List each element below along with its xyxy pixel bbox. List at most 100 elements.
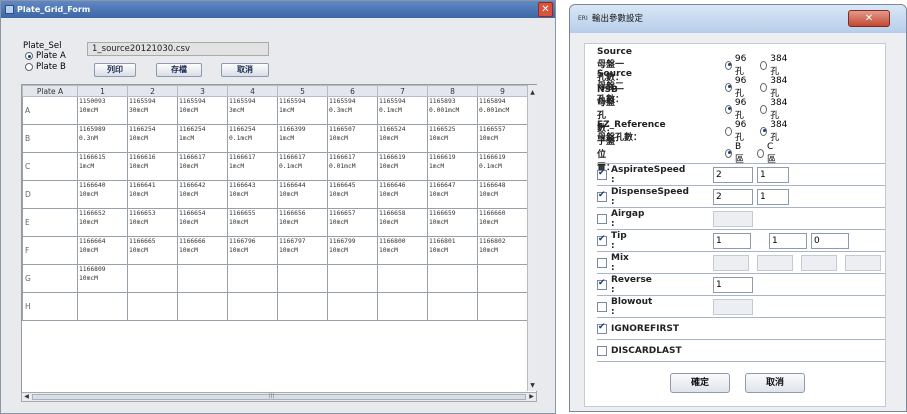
well-cell[interactable] xyxy=(377,292,428,321)
column-header[interactable]: 2 xyxy=(127,85,178,97)
well-cell[interactable]: 1166640 10mcM xyxy=(77,180,128,209)
option-checkbox[interactable] xyxy=(597,302,607,312)
well-cell[interactable] xyxy=(127,264,178,293)
well-cell[interactable]: 1165594 0.1mcM xyxy=(377,96,428,125)
well-cell[interactable]: 1166655 10mcM xyxy=(227,208,278,237)
well-cell[interactable] xyxy=(127,292,178,321)
option-input[interactable]: 1 xyxy=(757,189,789,205)
well-cell[interactable]: 1166796 10mcM xyxy=(227,236,278,265)
well-cell[interactable]: 1165893 0.001mcM xyxy=(427,96,478,125)
well-cell[interactable]: 1166653 10mcM xyxy=(127,208,178,237)
radio-button[interactable] xyxy=(725,148,733,158)
well-cell[interactable]: 1166641 10mcM xyxy=(127,180,178,209)
plate-a-radio[interactable]: Plate A xyxy=(25,51,66,61)
well-cell[interactable] xyxy=(327,264,378,293)
save-button[interactable]: 存檔 xyxy=(156,63,202,77)
well-cell[interactable]: 1166648 10mcM xyxy=(477,180,528,209)
well-cell[interactable]: 1166643 10mcM xyxy=(227,180,278,209)
window-titlebar[interactable]: Plate_Grid_Form ✕ xyxy=(1,1,555,18)
well-cell[interactable]: 1166657 10mcM xyxy=(327,208,378,237)
well-cell[interactable]: 1166666 10mcM xyxy=(177,236,228,265)
radio-button[interactable] xyxy=(760,82,768,92)
well-cell[interactable] xyxy=(227,292,278,321)
close-icon[interactable]: ✕ xyxy=(848,10,890,27)
well-cell[interactable]: 1166524 10mcM xyxy=(377,124,428,153)
well-cell[interactable] xyxy=(477,264,528,293)
radio-button[interactable] xyxy=(725,126,732,136)
well-cell[interactable] xyxy=(377,264,428,293)
well-cell[interactable]: 1166658 10mcM xyxy=(377,208,428,237)
option-checkbox[interactable] xyxy=(597,190,607,202)
well-cell[interactable]: 1166617 0.01mcM xyxy=(327,152,378,181)
option-input[interactable]: 0 xyxy=(811,233,849,249)
radio-button[interactable] xyxy=(760,104,768,114)
option-checkbox[interactable] xyxy=(597,322,607,334)
scroll-left-icon[interactable]: ◀ xyxy=(22,393,31,401)
well-cell[interactable]: 1166652 10mcM xyxy=(77,208,128,237)
well-cell[interactable]: 1166617 0.1mcM xyxy=(277,152,328,181)
well-cell[interactable]: 1166664 10mcM xyxy=(77,236,128,265)
well-cell[interactable]: 1166799 10mcM xyxy=(327,236,378,265)
dialog-titlebar[interactable]: ERI 輸出參數設定 ✕ xyxy=(570,5,906,33)
well-cell[interactable]: 1165594 1mcM xyxy=(277,96,328,125)
well-cell[interactable]: 1165989 0.3nM xyxy=(77,124,128,153)
column-header[interactable]: 4 xyxy=(227,85,278,97)
well-cell[interactable]: 1166654 10mcM xyxy=(177,208,228,237)
well-cell[interactable]: 1166617 10mcM xyxy=(177,152,228,181)
radio-button[interactable] xyxy=(760,126,768,136)
well-cell[interactable]: 1166656 10mcM xyxy=(277,208,328,237)
well-cell[interactable] xyxy=(427,292,478,321)
well-cell[interactable]: 1150093 10mcM xyxy=(77,96,128,125)
well-cell[interactable] xyxy=(277,264,328,293)
horizontal-scrollbar[interactable]: ◀ ||| ▶ xyxy=(21,392,537,402)
column-header[interactable]: 1 xyxy=(77,85,128,97)
option-input[interactable]: 1 xyxy=(769,233,807,249)
well-cell[interactable]: 1166525 10mcM xyxy=(427,124,478,153)
option-checkbox[interactable] xyxy=(597,258,607,268)
well-cell[interactable] xyxy=(177,292,228,321)
well-cell[interactable] xyxy=(477,292,528,321)
well-cell[interactable] xyxy=(427,264,478,293)
well-cell[interactable]: 1166399 1mcM xyxy=(277,124,328,153)
well-cell[interactable] xyxy=(327,292,378,321)
well-cell[interactable]: 1166647 10mcM xyxy=(427,180,478,209)
option-checkbox[interactable] xyxy=(597,346,607,356)
well-cell[interactable]: 1166619 10mcM xyxy=(377,152,428,181)
well-cell[interactable]: 1166800 10mcM xyxy=(377,236,428,265)
print-button[interactable]: 列印 xyxy=(94,63,136,77)
well-cell[interactable]: 1165594 30mcM xyxy=(127,96,178,125)
well-cell[interactable]: 1166619 0.1mcM xyxy=(477,152,528,181)
well-cell[interactable]: 1166619 1mcM xyxy=(427,152,478,181)
well-cell[interactable]: 1166617 1mcM xyxy=(227,152,278,181)
scroll-thumb[interactable]: ||| xyxy=(32,393,526,400)
cancel-button[interactable]: 取消 xyxy=(221,63,269,77)
option-checkbox[interactable] xyxy=(597,168,607,180)
cancel-button[interactable]: 取消 xyxy=(745,373,805,393)
well-cell[interactable]: 1166557 10mcM xyxy=(477,124,528,153)
well-cell[interactable]: 1166660 10mcM xyxy=(477,208,528,237)
radio-button[interactable] xyxy=(725,82,732,92)
well-cell[interactable]: 1166665 10mcM xyxy=(127,236,178,265)
well-cell[interactable] xyxy=(277,292,328,321)
column-header[interactable]: 9 xyxy=(477,85,528,97)
scroll-up-icon[interactable]: ▲ xyxy=(528,88,537,97)
well-cell[interactable]: 1166254 10mcM xyxy=(127,124,178,153)
option-checkbox[interactable] xyxy=(597,214,607,224)
well-cell[interactable] xyxy=(227,264,278,293)
well-cell[interactable]: 1166644 10mcM xyxy=(277,180,328,209)
option-input[interactable]: 1 xyxy=(713,277,753,293)
option-input[interactable]: 2 xyxy=(713,167,753,183)
scroll-right-icon[interactable]: ▶ xyxy=(527,393,536,401)
well-cell[interactable]: 1166659 10mcM xyxy=(427,208,478,237)
well-cell[interactable]: 1166801 10mcM xyxy=(427,236,478,265)
well-cell[interactable]: 1166254 1mcM xyxy=(177,124,228,153)
radio-button[interactable] xyxy=(725,60,732,70)
well-cell[interactable]: 1166642 10mcM xyxy=(177,180,228,209)
close-icon[interactable]: ✕ xyxy=(538,2,553,17)
option-input[interactable]: 1 xyxy=(757,167,789,183)
option-checkbox[interactable] xyxy=(597,234,607,246)
well-cell[interactable]: 1165594 3mcM xyxy=(227,96,278,125)
well-cell[interactable]: 1166616 10mcM xyxy=(127,152,178,181)
column-header[interactable]: 5 xyxy=(277,85,328,97)
option-input[interactable]: 2 xyxy=(713,189,753,205)
